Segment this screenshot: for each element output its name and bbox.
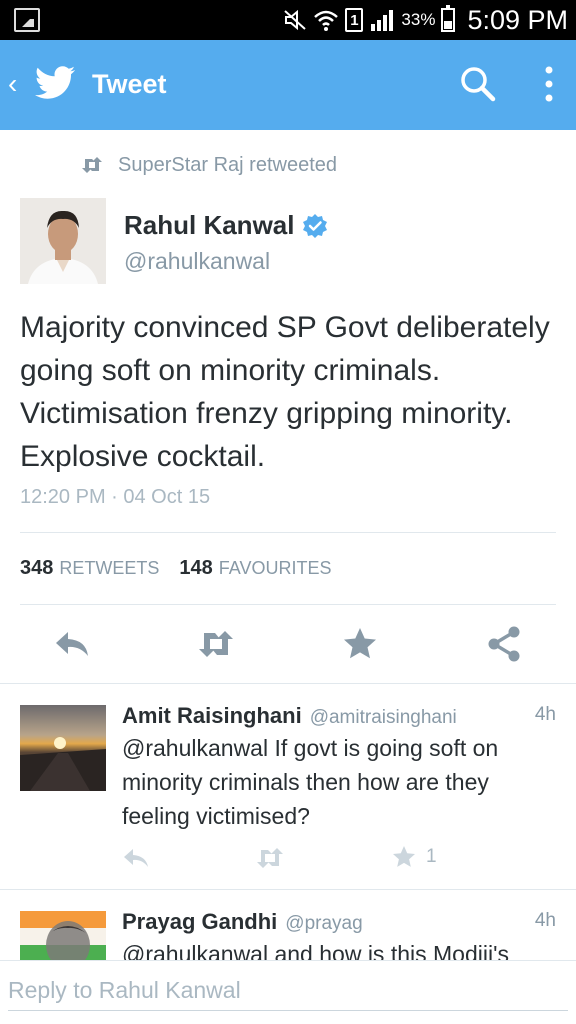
back-button[interactable]: ‹: [8, 70, 17, 98]
signal-icon: [371, 10, 394, 31]
verified-badge-icon: [303, 213, 328, 238]
reply-input[interactable]: [8, 971, 568, 1011]
reply-favourite-count: 1: [426, 846, 437, 867]
reply-author-name[interactable]: Amit Raisinghani: [122, 703, 302, 729]
sim-icon: 1: [345, 8, 364, 32]
reply-text: @rahulkanwal If govt is going soft on mi…: [122, 735, 499, 829]
retweet-count[interactable]: 348: [20, 557, 53, 580]
status-icons: 1 33% 5:09 PM: [283, 0, 568, 40]
search-icon[interactable]: [458, 64, 498, 104]
reply-author-handle[interactable]: @amitraisinghani: [310, 707, 457, 729]
more-vert-icon[interactable]: [538, 64, 560, 104]
mute-icon: [284, 9, 307, 31]
author-handle[interactable]: @rahulkanwal: [124, 248, 270, 275]
reply-author-handle[interactable]: @prayag: [285, 913, 362, 935]
twitter-bird-icon[interactable]: [34, 64, 76, 104]
tweet-stats: 348 RETWEETS 148 FAVOURITES: [20, 557, 351, 583]
author-name[interactable]: Rahul Kanwal: [124, 210, 328, 241]
favourite-count-label[interactable]: FAVOURITES: [219, 558, 332, 579]
reply-header: Amit Raisinghani @amitraisinghani: [122, 703, 457, 733]
reply-header: Prayag Gandhi @prayag: [122, 909, 363, 939]
tweet-text: Majority convinced SP Govt deliberately …: [20, 311, 550, 473]
favourite-icon[interactable]: [340, 624, 380, 664]
reply-icon[interactable]: [52, 624, 92, 664]
retweet-count-label[interactable]: RETWEETS: [59, 558, 159, 579]
divider: [20, 604, 556, 605]
reply-author-name[interactable]: Prayag Gandhi: [122, 909, 277, 935]
author-avatar[interactable]: [20, 198, 106, 284]
wifi-icon: [314, 10, 339, 31]
retweet-icon[interactable]: [196, 624, 236, 664]
divider: [0, 683, 576, 684]
reply-text: @rahulkanwal and how is this Modiji's: [122, 941, 509, 960]
reply-age: 4h: [534, 704, 556, 725]
reply-icon[interactable]: [122, 846, 150, 870]
clock: 5:09 PM: [467, 4, 568, 35]
divider: [0, 889, 576, 890]
share-icon[interactable]: [484, 624, 524, 664]
author-name-label: Rahul Kanwal: [124, 210, 295, 240]
favourite-count[interactable]: 148: [179, 557, 212, 580]
status-bar: 1 33% 5:09 PM: [0, 0, 576, 40]
reply-avatar[interactable]: [20, 911, 106, 961]
retweeted-by-label: SuperStar Raj retweeted: [118, 153, 338, 176]
tweet-timestamp: 12:20 PM · 04 Oct 15: [20, 486, 211, 508]
divider: [20, 532, 556, 533]
page-title: Tweet: [92, 69, 167, 99]
retweet-icon[interactable]: [256, 846, 284, 870]
reply-bar: [0, 960, 576, 1024]
battery-icon: [441, 5, 456, 32]
retweeted-by[interactable]: SuperStar Raj retweeted: [80, 152, 337, 178]
favourite-icon[interactable]: [390, 845, 418, 869]
battery-percent: 33%: [401, 10, 436, 29]
gallery-icon: [14, 8, 40, 32]
reply-avatar[interactable]: [20, 705, 106, 791]
app-bar: ‹ Tweet: [0, 40, 576, 130]
retweet-icon: [82, 157, 102, 173]
reply-age: 4h: [534, 910, 556, 931]
